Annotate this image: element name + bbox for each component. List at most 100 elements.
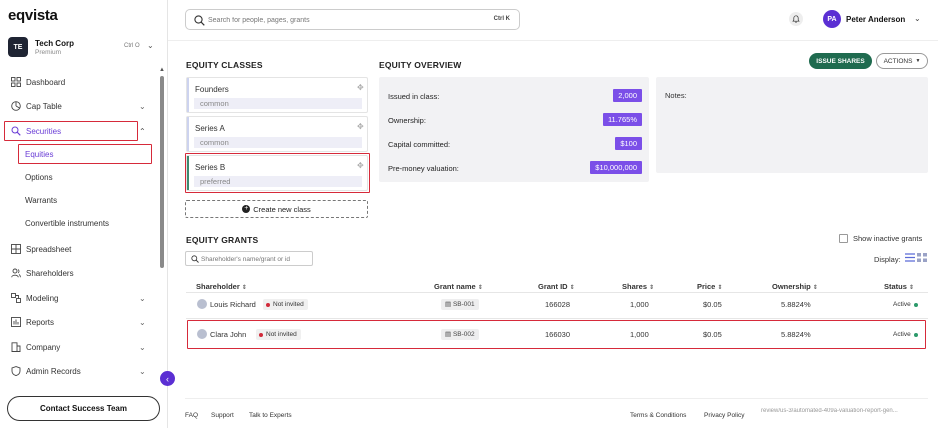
footer-experts-link[interactable]: Talk to Experts <box>249 412 292 419</box>
sort-icon: ⇕ <box>717 285 723 291</box>
create-new-class-label: Create new class <box>253 204 311 214</box>
class-card-series-a[interactable]: Series A common ✥ <box>186 116 368 152</box>
sidebar-scrollbar[interactable] <box>160 76 164 268</box>
nav-admin-records-label: Admin Records <box>26 366 81 376</box>
notifications-bell-icon[interactable] <box>789 12 803 26</box>
actions-label: ACTIONS <box>883 57 913 65</box>
chevron-down-icon: ⌄ <box>139 366 146 376</box>
actions-button[interactable]: ACTIONS ▼ <box>876 53 928 69</box>
column-header-price[interactable]: Price ⇕ <box>697 282 722 291</box>
column-header-shareholder[interactable]: Shareholder ⇕ <box>196 282 247 291</box>
highlight-row-clara-john <box>187 320 926 349</box>
collapse-sidebar-icon[interactable]: ‹ <box>160 371 175 386</box>
list-view-icon[interactable] <box>905 253 915 262</box>
sort-icon: ⇕ <box>649 285 655 291</box>
app-logo[interactable]: eqvista <box>8 7 58 24</box>
class-type: common <box>194 98 362 109</box>
overview-label: Capital committed: <box>388 140 451 149</box>
org-shortcut: Ctrl O <box>124 43 140 49</box>
column-header-shares[interactable]: Shares ⇕ <box>622 282 654 291</box>
users-icon <box>10 268 21 279</box>
header-divider <box>168 40 938 41</box>
highlight-securities <box>4 121 138 141</box>
class-card-founders[interactable]: Founders common ✥ <box>186 77 368 113</box>
grant-search[interactable] <box>185 251 313 266</box>
dashboard-icon <box>10 77 21 88</box>
chevron-down-icon: ⌄ <box>147 41 154 50</box>
sort-icon: ⇕ <box>241 285 247 291</box>
column-header-ownership[interactable]: Ownership ⇕ <box>772 282 818 291</box>
notes-label: Notes: <box>665 91 687 100</box>
create-new-class-button[interactable]: + Create new class <box>185 200 368 218</box>
nav-sub-warrants[interactable]: Warrants <box>25 196 57 205</box>
global-search[interactable]: Ctrl K <box>185 9 520 30</box>
nav-reports-label: Reports <box>26 317 55 327</box>
pie-chart-icon <box>10 101 21 112</box>
search-input[interactable] <box>208 13 468 27</box>
nav-spreadsheet-label: Spreadsheet <box>26 244 72 254</box>
column-header-grant-name[interactable]: Grant name ⇕ <box>434 282 483 291</box>
sidebar: eqvista TE Tech Corp Premium Ctrl O ⌄ Da… <box>0 0 168 428</box>
nav-shareholders-label: Shareholders <box>26 268 74 278</box>
chevron-down-icon[interactable]: ⌄ <box>914 14 921 23</box>
footer-url: review/us-3/automated-409a-valuation-rep… <box>761 408 898 414</box>
footer-support-link[interactable]: Support <box>211 412 234 419</box>
overview-value: 11.765% <box>602 113 642 126</box>
nav-spreadsheet[interactable]: Spreadsheet <box>0 239 158 259</box>
nav-admin-records[interactable]: Admin Records ⌄ <box>0 361 158 381</box>
nav-modeling[interactable]: Modeling ⌄ <box>0 288 158 308</box>
footer-divider <box>185 398 928 399</box>
chevron-down-icon: ⌄ <box>139 317 146 327</box>
overview-label: Pre-money valuation: <box>388 164 459 173</box>
grid-view-icon[interactable] <box>917 253 927 262</box>
search-icon <box>194 15 205 26</box>
show-inactive-checkbox[interactable] <box>839 234 848 243</box>
column-header-grant-id[interactable]: Grant ID ⇕ <box>538 282 575 291</box>
contact-success-team-button[interactable]: Contact Success Team <box>7 396 160 421</box>
user-name[interactable]: Peter Anderson <box>846 15 905 24</box>
org-switcher[interactable]: TE Tech Corp Premium Ctrl O ⌄ <box>8 37 158 59</box>
equity-overview-title: EQUITY OVERVIEW <box>379 60 462 70</box>
org-plan: Premium <box>35 49 62 56</box>
nav-company-label: Company <box>26 342 61 352</box>
sort-icon: ⇕ <box>569 285 575 291</box>
company-icon <box>10 342 21 353</box>
chevron-down-icon: ⌄ <box>139 342 146 352</box>
nav-dashboard[interactable]: Dashboard <box>0 72 158 92</box>
nav-dashboard-label: Dashboard <box>26 77 66 87</box>
grant-name-badge[interactable]: ▤ SB-001 <box>441 299 479 310</box>
footer-terms-link[interactable]: Terms & Conditions <box>630 412 686 419</box>
shield-icon <box>10 366 21 377</box>
nav-company[interactable]: Company ⌄ <box>0 337 158 357</box>
user-avatar[interactable]: PA <box>823 10 841 28</box>
scroll-up-arrow-icon[interactable]: ▲ <box>159 67 165 73</box>
drag-handle-icon[interactable]: ✥ <box>357 122 364 131</box>
table-header-divider <box>186 292 928 293</box>
reports-icon <box>10 317 21 328</box>
chevron-up-icon: ⌃ <box>139 126 146 136</box>
footer-faq-link[interactable]: FAQ <box>185 412 198 419</box>
footer-privacy-link[interactable]: Privacy Policy <box>704 412 744 419</box>
class-type: common <box>194 137 362 148</box>
org-name: Tech Corp <box>35 39 74 48</box>
column-header-status[interactable]: Status ⇕ <box>884 282 914 291</box>
caret-down-icon: ▼ <box>915 58 921 64</box>
grant-search-input[interactable] <box>201 253 311 265</box>
nav-cap-table[interactable]: Cap Table ⌄ <box>0 96 158 116</box>
chevron-down-icon: ⌄ <box>139 101 146 111</box>
nav-shareholders[interactable]: Shareholders <box>0 263 158 283</box>
nav-reports[interactable]: Reports ⌄ <box>0 312 158 332</box>
shareholder-name[interactable]: Louis Richard <box>210 300 256 309</box>
notes-panel[interactable]: Notes: <box>656 77 928 173</box>
chevron-down-icon: ⌄ <box>139 293 146 303</box>
equity-grants-title: EQUITY GRANTS <box>186 235 259 245</box>
issue-shares-button[interactable]: ISSUE SHARES <box>809 53 872 69</box>
nav-sub-options[interactable]: Options <box>25 173 53 182</box>
nav-cap-table-label: Cap Table <box>26 101 62 111</box>
sort-icon: ⇕ <box>812 285 818 291</box>
grant-id: 166028 <box>545 300 571 309</box>
show-inactive-toggle[interactable]: Show inactive grants <box>839 234 922 243</box>
nav-sub-convertible[interactable]: Convertible instruments <box>25 219 109 228</box>
search-icon <box>191 255 199 263</box>
drag-handle-icon[interactable]: ✥ <box>357 83 364 92</box>
